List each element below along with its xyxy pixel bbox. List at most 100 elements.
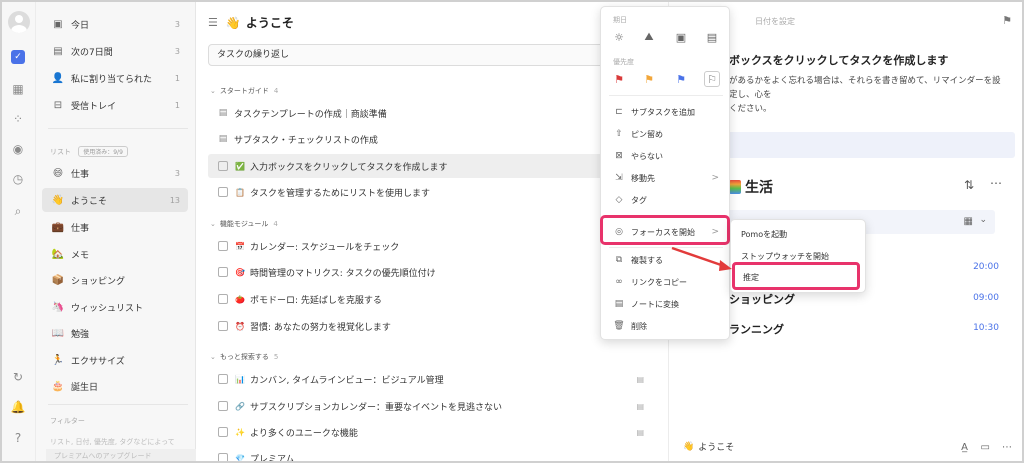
sidebar-list-exercise[interactable]: 🏃 エクササイズ — [42, 348, 188, 372]
sunrise-icon[interactable]: ⛰ — [641, 29, 657, 45]
task-row-selected[interactable]: ✅ 入力ボックスをクリックしてタスクを作成します — [208, 154, 658, 178]
flag-icon[interactable]: ⚑ — [1002, 14, 1012, 27]
sidebar-list-welcome[interactable]: 👋 ようこそ 13 — [42, 188, 188, 212]
more-icon[interactable]: ⋯ — [990, 176, 1002, 190]
habit-icon[interactable]: ◷ — [11, 172, 25, 186]
sidebar-item-label: 仕事 — [71, 169, 90, 180]
task-checkbox[interactable] — [218, 267, 228, 277]
help-icon[interactable]: ? — [11, 431, 25, 445]
bell-icon[interactable]: 🔔 — [11, 400, 26, 414]
task-row[interactable]: 📊 カンバン, タイムラインビュー：ビジュアル管理 ▤ — [208, 367, 658, 391]
task-row[interactable]: ⏰ 習慣: あなたの努力を視覚化します — [208, 314, 658, 338]
task-checkbox[interactable] — [218, 401, 228, 411]
task-row[interactable]: 🎯 時間管理のマトリクス: タスクの優先順位付け — [208, 260, 658, 284]
chevron-down-icon: ⌄ — [210, 87, 216, 95]
inbox-icon: ⊟ — [53, 99, 63, 111]
task-row[interactable]: 🍅 ポモドーロ: 先延ばしを克服する — [208, 287, 658, 311]
task-checkbox[interactable] — [218, 453, 228, 461]
task-checkbox[interactable] — [218, 374, 228, 384]
text-format-icon[interactable]: A̲ — [961, 442, 968, 453]
task-row[interactable]: 🔗 サブスクリプションカレンダー：重要なイベントを見逃さない ▤ — [208, 394, 658, 418]
embedded-row[interactable]: ショッピング 09:00 — [729, 291, 999, 307]
calendar-plus-icon[interactable]: ▣ — [673, 29, 689, 45]
section-count: 5 — [273, 353, 279, 361]
detail-title[interactable]: ボックスをクリックしてタスクを作成します — [729, 52, 948, 68]
task-title: 入力ボックスをクリックしてタスクを作成します — [250, 162, 448, 173]
task-checkbox[interactable] — [218, 187, 228, 197]
flag-low-icon[interactable]: ⚑ — [673, 71, 689, 87]
sidebar-list-memo[interactable]: 🏡 メモ — [42, 242, 188, 266]
sidebar-item-label: 私に割り当てられた — [71, 74, 153, 85]
subtask-icon: ⊏ — [615, 107, 623, 117]
divider — [48, 404, 188, 405]
task-checkbox[interactable] — [218, 161, 228, 171]
comment-icon[interactable]: ▭ — [981, 442, 990, 453]
task-row[interactable]: 💎 プレミアム — [208, 446, 658, 461]
sidebar-item-assigned[interactable]: 👤 私に割り当てられた 1 — [42, 66, 188, 90]
chevron-down-icon: ⌄ — [979, 215, 987, 225]
submenu-start-stopwatch[interactable]: ストップウォッチを開始 — [741, 251, 829, 262]
date-setting[interactable]: 日付を設定 — [755, 16, 795, 27]
task-emoji: 🍅 — [235, 294, 245, 304]
embedded-row[interactable]: ランニング 10:30 — [729, 321, 999, 337]
flag-none-icon[interactable]: ⚐ — [704, 71, 720, 87]
divider — [609, 95, 723, 96]
upgrade-button[interactable]: プレミアムへのアップグレード — [46, 449, 196, 461]
sidebar-list-work[interactable]: 😄 仕事 3 — [42, 161, 188, 185]
sidebar-list-study[interactable]: 📖 勉強 — [42, 321, 188, 345]
menu-move-to[interactable]: ⇲ 移動先 > — [607, 167, 725, 189]
section-header[interactable]: ⌄ スタートガイド 4 — [210, 86, 278, 96]
menu-add-subtask[interactable]: ⊏ サブタスクを追加 — [607, 101, 725, 123]
footer-list-label: ようこそ — [698, 443, 735, 453]
task-title: カンバン, タイムラインビュー：ビジュアル管理 — [250, 375, 444, 386]
matrix-icon[interactable]: ⁘ — [11, 112, 25, 126]
sidebar-list-shopping[interactable]: 📦 ショッピング — [42, 268, 188, 292]
sidebar-list-work2[interactable]: 💼 仕事 — [42, 215, 188, 239]
submenu-start-pomo[interactable]: Pomoを起動 — [741, 229, 787, 240]
add-task-input[interactable]: タスクの繰り返し — [208, 44, 658, 66]
sidebar-item-today[interactable]: ▣ 今日 3 — [42, 12, 188, 36]
section-header[interactable]: ⌄ もっと探索する 5 — [210, 352, 278, 362]
avatar[interactable] — [8, 11, 30, 33]
menu-wont-do[interactable]: ⊠ やらない — [607, 145, 725, 167]
more-icon[interactable]: ⋯ — [1002, 442, 1012, 453]
task-emoji: ✅ — [235, 161, 245, 171]
task-row[interactable]: ▤ タスクテンプレートの作成｜商談準備 — [208, 101, 658, 125]
task-row[interactable]: ✨ より多くのユニークな機能 ▤ — [208, 420, 658, 444]
detail-footer-list[interactable]: 👋 ようこそ — [683, 440, 735, 454]
flag-medium-icon[interactable]: ⚑ — [641, 71, 657, 87]
menu-tag[interactable]: ◇ タグ — [607, 189, 725, 211]
menu-pin[interactable]: ⇧ ピン留め — [607, 123, 725, 145]
pomo-icon[interactable]: ◉ — [11, 142, 25, 156]
task-checkbox[interactable] — [218, 427, 228, 437]
sidebar-list-birthday[interactable]: 🎂 誕生日 — [42, 374, 188, 398]
sidebar-item-label: 次の7日間 — [71, 47, 113, 58]
section-header[interactable]: ⌄ 機能モジュール 4 — [210, 219, 278, 229]
task-row[interactable]: 📅 カレンダー: スケジュールをチェック — [208, 234, 658, 258]
task-row[interactable]: ▤ サブタスク・チェックリストの作成 — [208, 127, 658, 151]
sidebar-list-wishlist[interactable]: 🦄 ウィッシュリスト — [42, 295, 188, 319]
menu-convert-note[interactable]: ▤ ノートに変換 — [607, 293, 725, 315]
menu-delete[interactable]: 🗑 削除 — [607, 315, 725, 337]
sun-icon[interactable]: ☼ — [611, 29, 627, 45]
tasks-check-icon[interactable]: ✓ — [11, 50, 25, 64]
task-row[interactable]: 📋 タスクを管理するためにリストを使用します — [208, 180, 658, 204]
detail-description[interactable]: があるかをよく忘れる場合は、それらを書き留めて、リマインダーを設定し、心を くだ… — [729, 74, 1009, 116]
sidebar-item-inbox[interactable]: ⊟ 受信トレイ 1 — [42, 93, 188, 117]
sidebar-item-next7[interactable]: ▤ 次の7日間 3 — [42, 39, 188, 63]
menu-item-label: サブタスクを追加 — [631, 107, 695, 117]
calendar-icon[interactable]: ▤ — [704, 29, 720, 45]
sidebar-item-label: 誕生日 — [71, 382, 99, 393]
search-icon[interactable]: ⌕ — [11, 204, 25, 218]
sync-icon[interactable]: ↻ — [11, 370, 25, 384]
task-checkbox[interactable] — [218, 241, 228, 251]
menu-collapse-icon[interactable]: ☰ — [208, 16, 218, 29]
x-box-icon: ⊠ — [615, 151, 623, 161]
task-emoji: ✨ — [235, 427, 245, 437]
task-checkbox[interactable] — [218, 321, 228, 331]
calendar-icon[interactable]: ▦ — [11, 82, 25, 96]
flag-high-icon[interactable]: ⚑ — [611, 71, 627, 87]
sort-icon[interactable]: ⇅ — [964, 178, 974, 192]
sidebar-item-count: 1 — [174, 100, 180, 110]
task-checkbox[interactable] — [218, 294, 228, 304]
